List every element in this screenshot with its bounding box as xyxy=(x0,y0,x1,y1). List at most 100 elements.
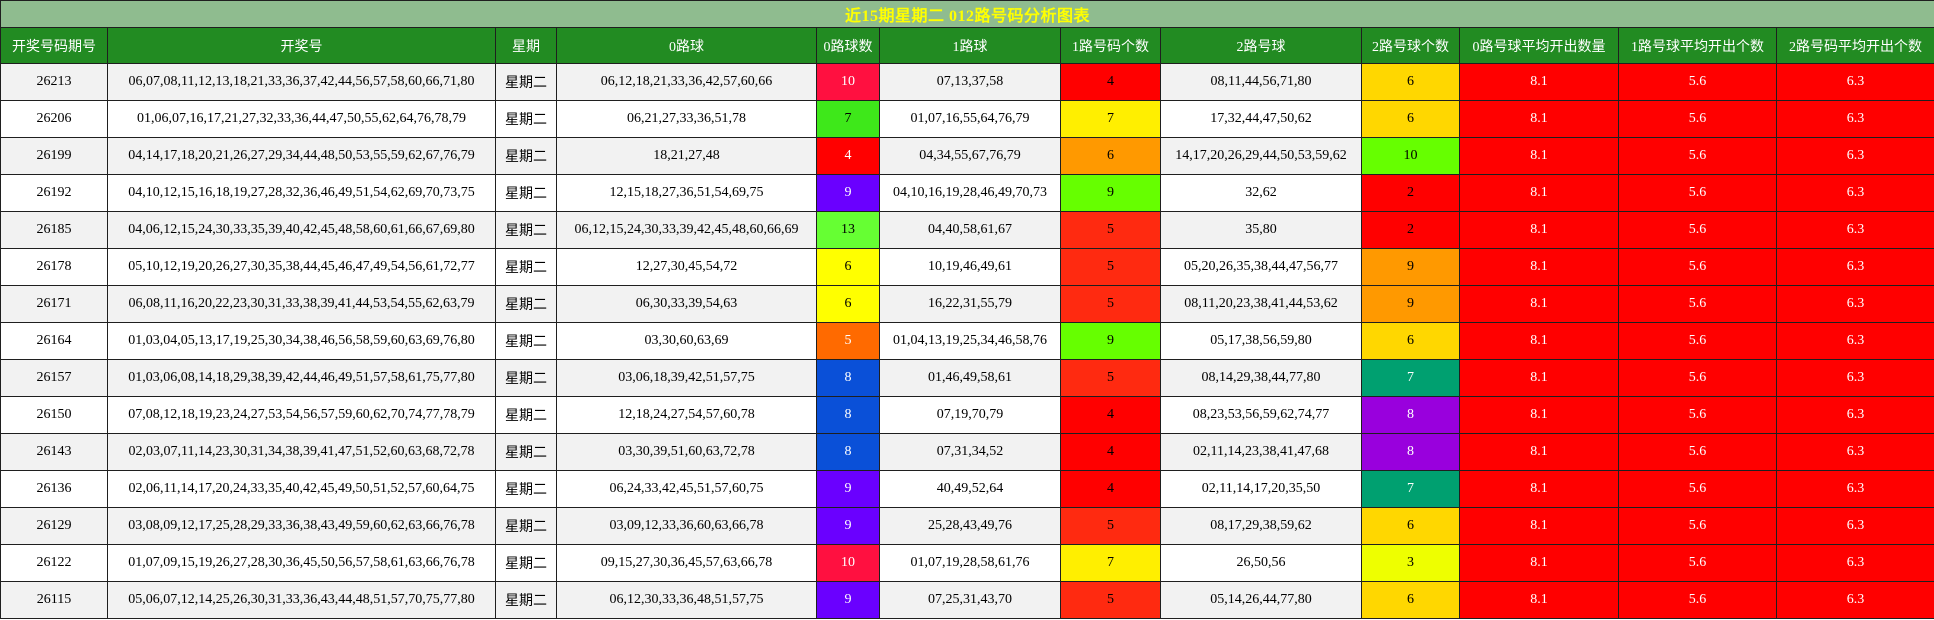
road1-avg-cell: 5.6 xyxy=(1618,248,1777,286)
numbers-cell: 01,03,04,05,13,17,19,25,30,34,38,46,56,5… xyxy=(107,322,496,360)
road1-count-cell: 7 xyxy=(1060,100,1161,138)
road2-balls-cell: 05,17,38,56,59,80 xyxy=(1160,322,1362,360)
weekday-cell: 星期二 xyxy=(495,359,557,397)
road0-balls-cell: 03,30,39,51,60,63,72,78 xyxy=(556,433,817,471)
road1-count-cell: 5 xyxy=(1060,507,1161,545)
road1-count-cell: 5 xyxy=(1060,359,1161,397)
road0-count-cell: 8 xyxy=(816,359,880,397)
road0-avg-header: 0路号球平均开出数量 xyxy=(1459,27,1619,64)
issue-cell: 26178 xyxy=(0,248,108,286)
table-row: 26199 04,14,17,18,20,21,26,27,29,34,44,48… xyxy=(0,137,1934,175)
road1-avg-cell: 5.6 xyxy=(1618,174,1777,212)
road2-avg-cell: 6.3 xyxy=(1775,396,1934,434)
road0-count-cell: 6 xyxy=(816,285,880,323)
issue-cell: 26157 xyxy=(0,359,108,397)
table-row: 26129 03,08,09,12,17,25,28,29,33,36,38,43… xyxy=(0,507,1934,545)
road1-avg-cell: 5.6 xyxy=(1618,507,1777,545)
road0-avg-cell: 8.1 xyxy=(1459,433,1619,471)
numbers-cell: 01,06,07,16,17,21,27,32,33,36,44,47,50,5… xyxy=(107,100,496,138)
issue-cell: 26150 xyxy=(0,396,108,434)
road0-balls-cell: 06,21,27,33,36,51,78 xyxy=(556,100,817,138)
table-row: 26164 01,03,04,05,13,17,19,25,30,34,38,46… xyxy=(0,322,1934,360)
issue-header: 开奖号码期号 xyxy=(0,27,108,64)
issue-cell: 26129 xyxy=(0,507,108,545)
road2-balls-cell: 08,11,20,23,38,41,44,53,62 xyxy=(1160,285,1362,323)
numbers-cell: 02,03,07,11,14,23,30,31,34,38,39,41,47,5… xyxy=(107,433,496,471)
road1-count-cell: 5 xyxy=(1060,248,1161,286)
page-title: 近15期星期二 012路号码分析图表 xyxy=(0,0,1934,28)
road0-balls-cell: 06,30,33,39,54,63 xyxy=(556,285,817,323)
road1-balls-cell: 25,28,43,49,76 xyxy=(879,507,1061,545)
road0-balls-cell: 12,27,30,45,54,72 xyxy=(556,248,817,286)
table-row: 26157 01,03,06,08,14,18,29,38,39,42,44,46… xyxy=(0,359,1934,397)
road0-count-cell: 5 xyxy=(816,322,880,360)
road2-avg-cell: 6.3 xyxy=(1775,322,1934,360)
weekday-cell: 星期二 xyxy=(495,211,557,249)
road0-avg-cell: 8.1 xyxy=(1459,211,1619,249)
header-row: 开奖号码期号 开奖号 星期 0路球 0路球数 1路球 1路号码个数 2路号球 2路号球个数 0路号… xyxy=(0,27,1934,64)
numbers-cell: 07,08,12,18,19,23,24,27,53,54,56,57,59,6… xyxy=(107,396,496,434)
road1-count-cell: 9 xyxy=(1060,322,1161,360)
road0-avg-cell: 8.1 xyxy=(1459,507,1619,545)
road2-count-header: 2路号球个数 xyxy=(1361,27,1460,64)
road0-count-cell: 4 xyxy=(816,137,880,175)
road2-avg-cell: 6.3 xyxy=(1775,581,1934,619)
road2-count-cell: 3 xyxy=(1361,544,1460,582)
road0-avg-cell: 8.1 xyxy=(1459,396,1619,434)
road0-count-cell: 9 xyxy=(816,174,880,212)
road1-balls-cell: 01,46,49,58,61 xyxy=(879,359,1061,397)
road2-count-cell: 9 xyxy=(1361,248,1460,286)
issue-cell: 26143 xyxy=(0,433,108,471)
road0-balls-header: 0路球 xyxy=(556,27,817,64)
road2-balls-cell: 02,11,14,17,20,35,50 xyxy=(1160,470,1362,508)
road0-avg-cell: 8.1 xyxy=(1459,137,1619,175)
road1-avg-cell: 5.6 xyxy=(1618,100,1777,138)
road2-count-cell: 6 xyxy=(1361,581,1460,619)
issue-cell: 26171 xyxy=(0,285,108,323)
road1-balls-header: 1路球 xyxy=(879,27,1061,64)
road0-count-cell: 10 xyxy=(816,63,880,101)
road2-avg-cell: 6.3 xyxy=(1775,248,1934,286)
road0-balls-cell: 06,12,15,24,30,33,39,42,45,48,60,66,69 xyxy=(556,211,817,249)
road2-balls-cell: 35,80 xyxy=(1160,211,1362,249)
table-row: 26143 02,03,07,11,14,23,30,31,34,38,39,41… xyxy=(0,433,1934,471)
weekday-cell: 星期二 xyxy=(495,581,557,619)
road1-balls-cell: 04,40,58,61,67 xyxy=(879,211,1061,249)
road0-avg-cell: 8.1 xyxy=(1459,322,1619,360)
table-row: 26171 06,08,11,16,20,22,23,30,31,33,38,39… xyxy=(0,285,1934,323)
road2-balls-cell: 08,14,29,38,44,77,80 xyxy=(1160,359,1362,397)
table-row: 26136 02,06,11,14,17,20,24,33,35,40,42,45… xyxy=(0,470,1934,508)
road1-count-cell: 7 xyxy=(1060,544,1161,582)
numbers-cell: 01,03,06,08,14,18,29,38,39,42,44,46,49,5… xyxy=(107,359,496,397)
road0-count-cell: 10 xyxy=(816,544,880,582)
weekday-cell: 星期二 xyxy=(495,470,557,508)
table-row: 26150 07,08,12,18,19,23,24,27,53,54,56,57… xyxy=(0,396,1934,434)
road1-balls-cell: 40,49,52,64 xyxy=(879,470,1061,508)
road2-count-cell: 6 xyxy=(1361,507,1460,545)
numbers-cell: 03,08,09,12,17,25,28,29,33,36,38,43,49,5… xyxy=(107,507,496,545)
road1-balls-cell: 07,31,34,52 xyxy=(879,433,1061,471)
road2-balls-cell: 08,11,44,56,71,80 xyxy=(1160,63,1362,101)
road0-balls-cell: 06,12,18,21,33,36,42,57,60,66 xyxy=(556,63,817,101)
road1-balls-cell: 01,04,13,19,25,34,46,58,76 xyxy=(879,322,1061,360)
road0-avg-cell: 8.1 xyxy=(1459,248,1619,286)
road1-count-cell: 4 xyxy=(1060,396,1161,434)
table-row: 26206 01,06,07,16,17,21,27,32,33,36,44,47… xyxy=(0,100,1934,138)
road1-avg-header: 1路号球平均开出个数 xyxy=(1618,27,1777,64)
weekday-cell: 星期二 xyxy=(495,433,557,471)
road2-avg-cell: 6.3 xyxy=(1775,470,1934,508)
road2-avg-cell: 6.3 xyxy=(1775,174,1934,212)
weekday-cell: 星期二 xyxy=(495,396,557,434)
road1-balls-cell: 10,19,46,49,61 xyxy=(879,248,1061,286)
road1-count-cell: 4 xyxy=(1060,63,1161,101)
road2-balls-cell: 05,20,26,35,38,44,47,56,77 xyxy=(1160,248,1362,286)
road1-balls-cell: 04,34,55,67,76,79 xyxy=(879,137,1061,175)
issue-cell: 26199 xyxy=(0,137,108,175)
analysis-table: 近15期星期二 012路号码分析图表 开奖号码期号 开奖号 星期 0路球 0路球数 1路球… xyxy=(0,0,1934,619)
numbers-cell: 01,07,09,15,19,26,27,28,30,36,45,50,56,5… xyxy=(107,544,496,582)
road2-balls-cell: 32,62 xyxy=(1160,174,1362,212)
road2-avg-cell: 6.3 xyxy=(1775,507,1934,545)
road1-balls-cell: 07,19,70,79 xyxy=(879,396,1061,434)
table-row: 26192 04,10,12,15,16,18,19,27,28,32,36,46… xyxy=(0,174,1934,212)
road1-count-cell: 5 xyxy=(1060,211,1161,249)
